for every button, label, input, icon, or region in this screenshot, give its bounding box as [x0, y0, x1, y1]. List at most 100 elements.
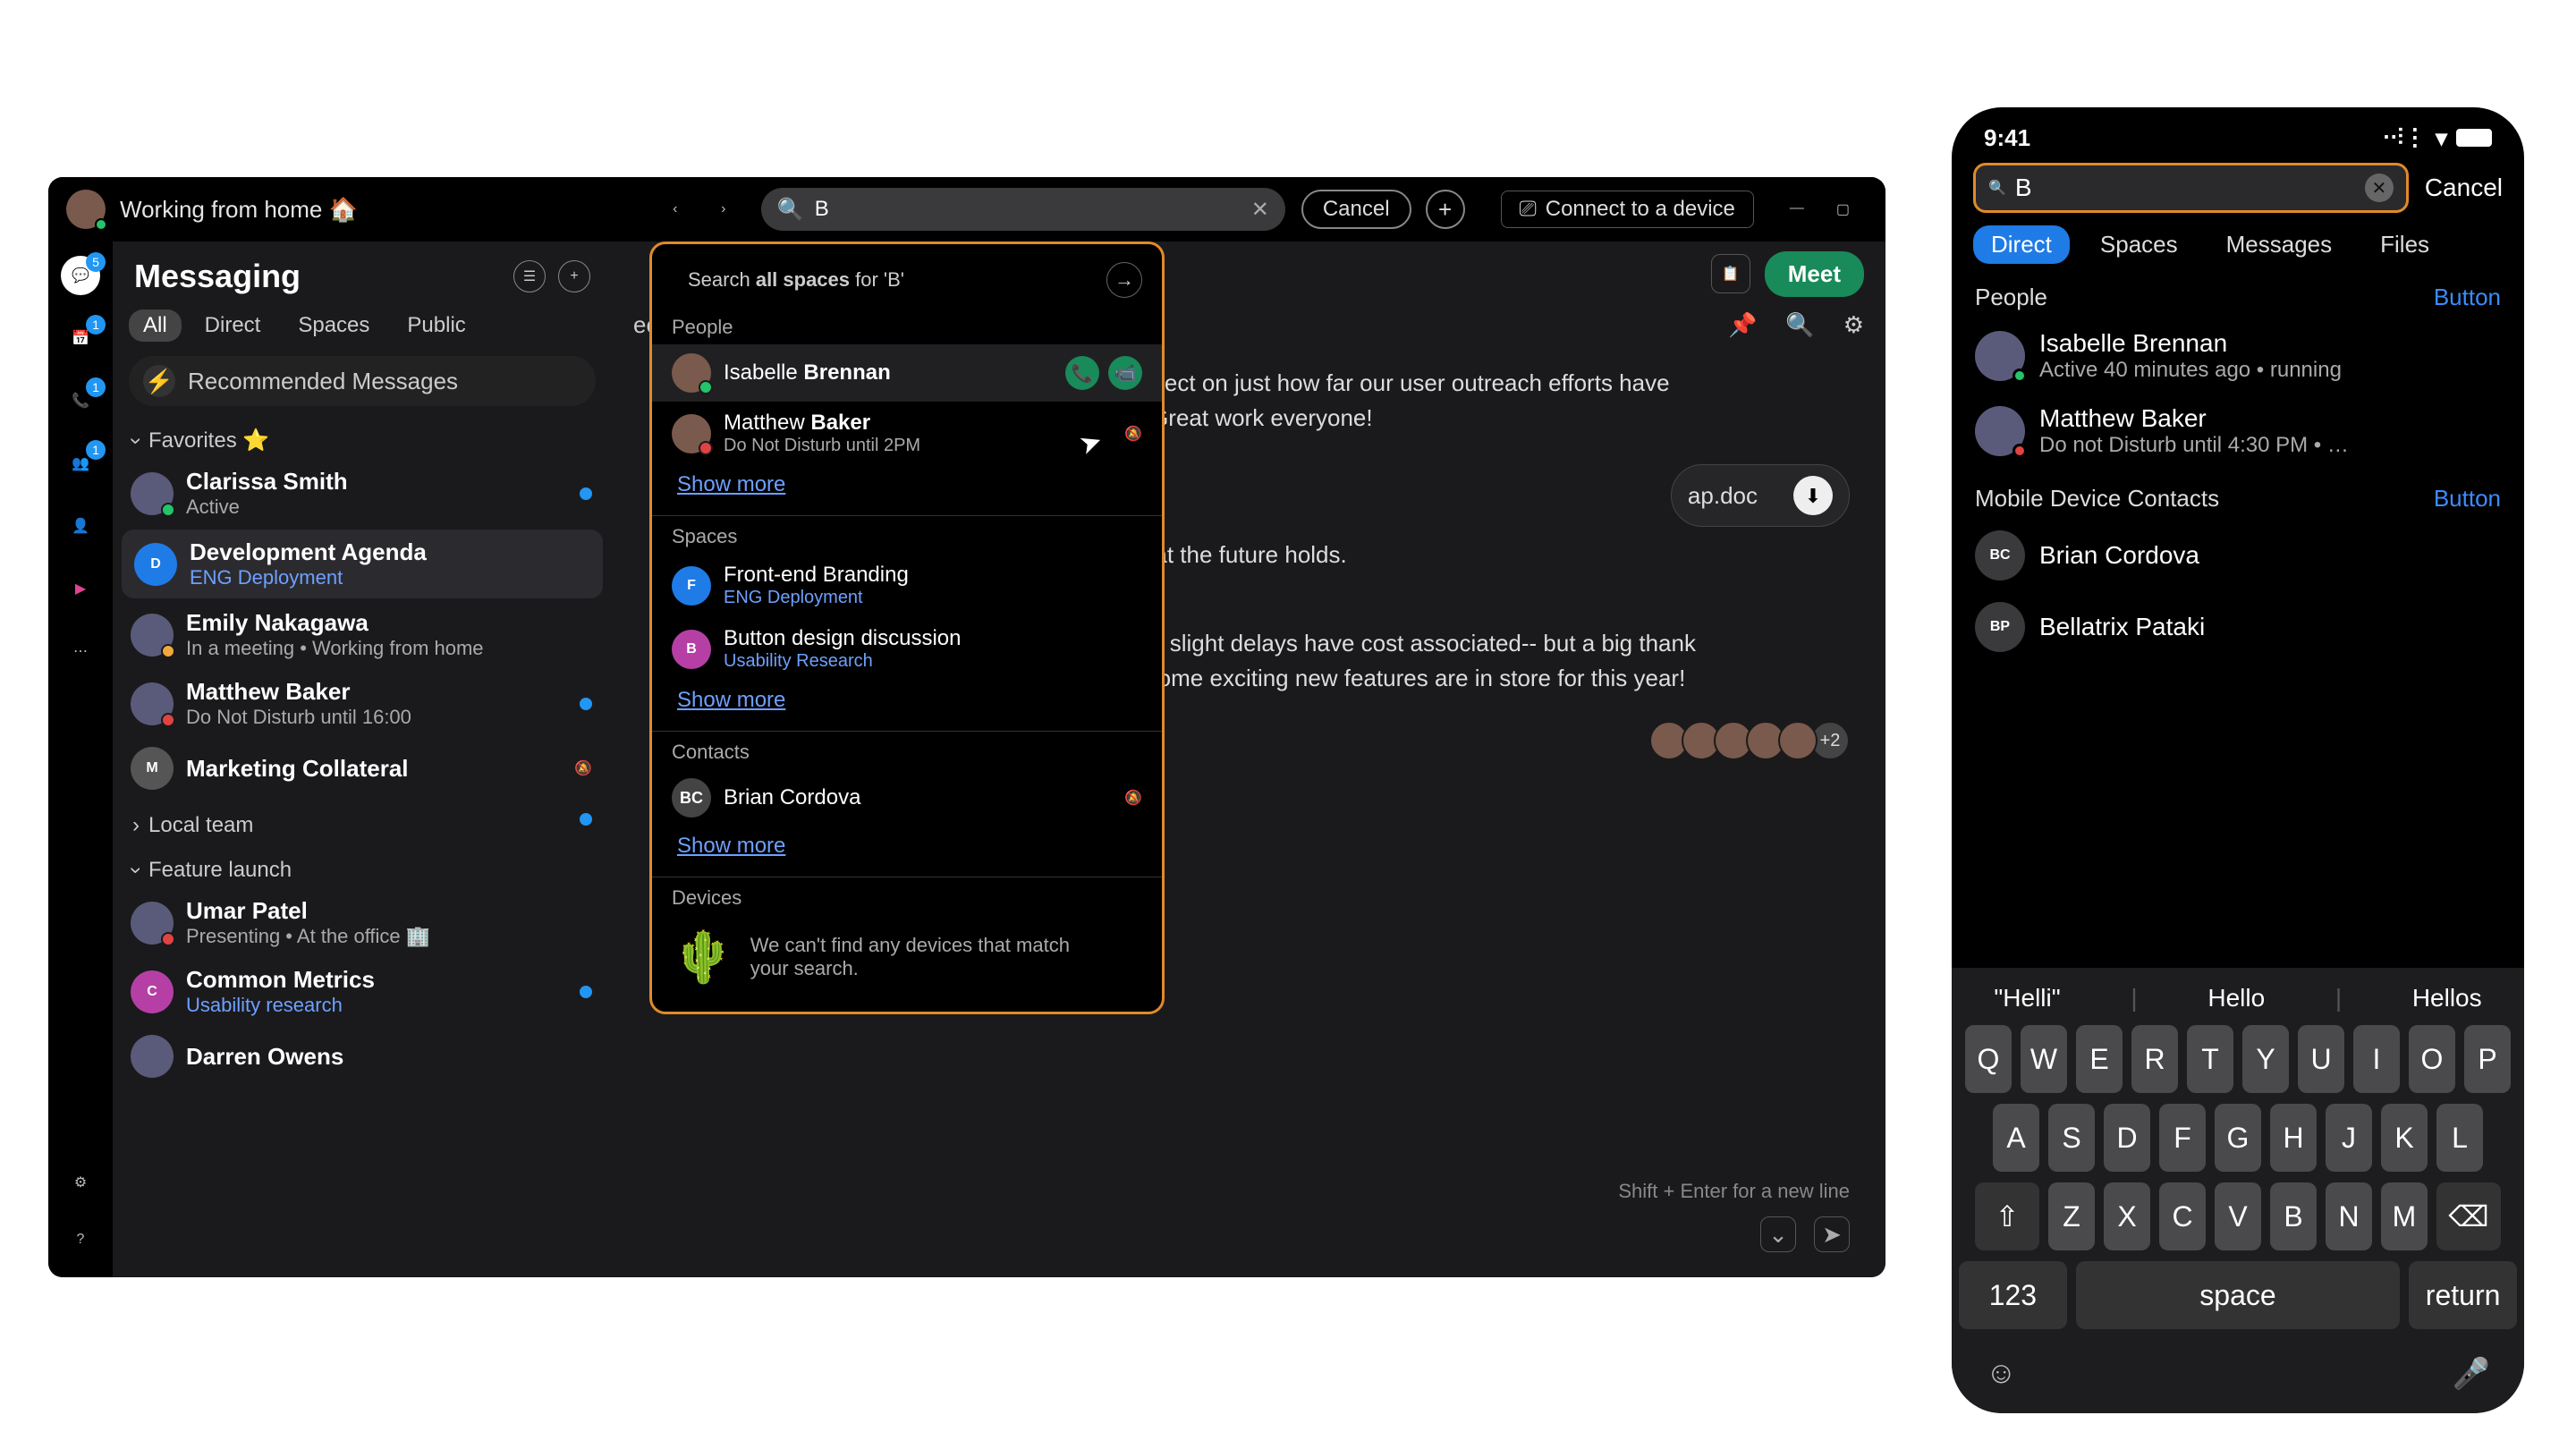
key[interactable]: N [2326, 1182, 2372, 1250]
show-more-people[interactable]: Show more [652, 465, 1162, 512]
maximize-button[interactable]: ▢ [1836, 200, 1850, 218]
key[interactable]: P [2464, 1025, 2511, 1093]
key-123[interactable]: 123 [1959, 1261, 2067, 1329]
download-icon[interactable]: ⬇ [1793, 476, 1833, 515]
rail-teams[interactable]: 👥1 [61, 444, 100, 483]
conversation-item[interactable]: MMarketing Collateral🔕 [113, 738, 612, 799]
backspace-key[interactable]: ⌫ [2436, 1182, 2501, 1250]
rail-apps[interactable]: ▶ [61, 569, 100, 608]
key[interactable]: X [2104, 1182, 2150, 1250]
conversation-item[interactable]: Umar PatelPresenting • At the office 🏢 [113, 888, 612, 957]
global-search[interactable]: 🔍 ✕ [761, 188, 1285, 231]
compose-button[interactable]: + [558, 260, 590, 292]
key[interactable]: E [2076, 1025, 2123, 1093]
tab-all[interactable]: All [129, 309, 182, 342]
send-button[interactable]: ➤ [1814, 1216, 1850, 1252]
key[interactable]: I [2353, 1025, 2400, 1093]
suggestion[interactable]: "Helli" [1994, 984, 2060, 1013]
key[interactable]: B [2270, 1182, 2317, 1250]
conversation-item[interactable]: DDevelopment AgendaENG Deployment [122, 530, 603, 598]
mobile-cancel-button[interactable]: Cancel [2425, 174, 2503, 202]
tab-public[interactable]: Public [393, 309, 479, 342]
tab-spaces[interactable]: Spaces [2082, 225, 2196, 264]
dropdown-space[interactable]: FFront-end BrandingENG Deployment [652, 554, 1162, 617]
key[interactable]: O [2409, 1025, 2455, 1093]
expand-button[interactable]: ⌄ [1760, 1216, 1796, 1252]
tab-spaces[interactable]: Spaces [284, 309, 384, 342]
search-input[interactable] [815, 197, 1251, 222]
key[interactable]: T [2187, 1025, 2233, 1093]
key[interactable]: Z [2048, 1182, 2095, 1250]
shift-key[interactable]: ⇧ [1975, 1182, 2039, 1250]
rail-calls[interactable]: 📞1 [61, 381, 100, 420]
section-feature-launch[interactable]: ›Feature launch [113, 843, 612, 888]
tab-direct[interactable]: Direct [191, 309, 275, 342]
mobile-search[interactable]: 🔍 ✕ [1973, 163, 2409, 213]
key[interactable]: R [2131, 1025, 2178, 1093]
mobile-search-input[interactable] [2015, 174, 2356, 202]
mobile-contact-item[interactable]: BCBrian Cordova [1952, 520, 2524, 591]
section-local-team[interactable]: ›Local team [113, 799, 612, 843]
key[interactable]: U [2298, 1025, 2344, 1093]
key[interactable]: J [2326, 1104, 2372, 1172]
key[interactable]: C [2159, 1182, 2206, 1250]
section-favorites[interactable]: ›Favorites ⭐ [113, 413, 612, 459]
search-icon[interactable]: 🔍 [1785, 311, 1814, 339]
rail-help[interactable]: ? [61, 1220, 100, 1259]
conversation-item[interactable]: CCommon MetricsUsability research [113, 957, 612, 1026]
forward-button[interactable]: › [708, 193, 740, 225]
settings-icon[interactable]: ⚙ [1843, 311, 1864, 339]
back-button[interactable]: ‹ [659, 193, 691, 225]
rail-messaging[interactable]: 💬5 [61, 256, 100, 295]
go-arrow-icon[interactable]: → [1106, 262, 1142, 298]
add-button[interactable]: + [1426, 190, 1465, 229]
connect-device-button[interactable]: ⎚ Connect to a device [1501, 191, 1754, 228]
key[interactable]: Y [2242, 1025, 2289, 1093]
user-avatar[interactable] [66, 190, 106, 229]
show-more-contacts[interactable]: Show more [652, 826, 1162, 873]
rail-calendar[interactable]: 📅1 [61, 318, 100, 358]
conversation-item[interactable]: Darren Owens [113, 1026, 612, 1087]
key[interactable]: W [2021, 1025, 2067, 1093]
key[interactable]: M [2381, 1182, 2428, 1250]
key[interactable]: H [2270, 1104, 2317, 1172]
rail-settings[interactable]: ⚙ [61, 1163, 100, 1202]
mobile-contact-item[interactable]: BPBellatrix Pataki [1952, 591, 2524, 663]
emoji-key[interactable]: ☺ [1986, 1356, 2017, 1392]
conversation-item[interactable]: Emily NakagawaIn a meeting • Working fro… [113, 600, 612, 669]
conversation-item[interactable]: Clarissa SmithActive [113, 459, 612, 528]
recommended-messages[interactable]: ⚡ Recommended Messages [129, 356, 596, 406]
rail-more[interactable]: ⋯ [61, 631, 100, 671]
search-cancel-button[interactable]: Cancel [1301, 190, 1411, 229]
key[interactable]: G [2215, 1104, 2261, 1172]
tab-messages[interactable]: Messages [2208, 225, 2351, 264]
key[interactable]: A [1993, 1104, 2039, 1172]
mic-key[interactable]: 🎤 [2453, 1356, 2490, 1392]
search-all-row[interactable]: Search all spaces for 'B' → [652, 257, 1162, 310]
rail-contacts[interactable]: 👤 [61, 506, 100, 546]
conversation-item[interactable]: Matthew BakerDo Not Disturb until 16:00 [113, 669, 612, 738]
dropdown-space[interactable]: BButton design discussionUsability Resea… [652, 617, 1162, 681]
key[interactable]: Q [1965, 1025, 2012, 1093]
filter-button[interactable]: ☰ [513, 260, 546, 292]
key[interactable]: L [2436, 1104, 2483, 1172]
show-more-spaces[interactable]: Show more [652, 681, 1162, 727]
section-action-button[interactable]: Button [2434, 485, 2501, 513]
key[interactable]: S [2048, 1104, 2095, 1172]
file-attachment[interactable]: ap.doc ⬇ [1671, 464, 1850, 527]
video-call-button[interactable]: 📹 [1108, 356, 1142, 390]
clear-search-icon[interactable]: ✕ [2365, 174, 2394, 202]
key-return[interactable]: return [2409, 1261, 2517, 1329]
pin-icon[interactable]: 📌 [1728, 311, 1757, 339]
mobile-person-item[interactable]: Isabelle BrennanActive 40 minutes ago • … [1952, 318, 2524, 394]
user-status-text[interactable]: Working from home 🏠 [120, 196, 358, 224]
suggestion[interactable]: Hello [2207, 984, 2265, 1013]
minimize-button[interactable]: — [1790, 200, 1804, 218]
key[interactable]: V [2215, 1182, 2261, 1250]
key-space[interactable]: space [2076, 1261, 2400, 1329]
clear-search-icon[interactable]: ✕ [1251, 197, 1269, 223]
section-action-button[interactable]: Button [2434, 284, 2501, 311]
tab-direct[interactable]: Direct [1973, 225, 2070, 264]
key[interactable]: K [2381, 1104, 2428, 1172]
mobile-person-item[interactable]: Matthew BakerDo not Disturb until 4:30 P… [1952, 394, 2524, 469]
